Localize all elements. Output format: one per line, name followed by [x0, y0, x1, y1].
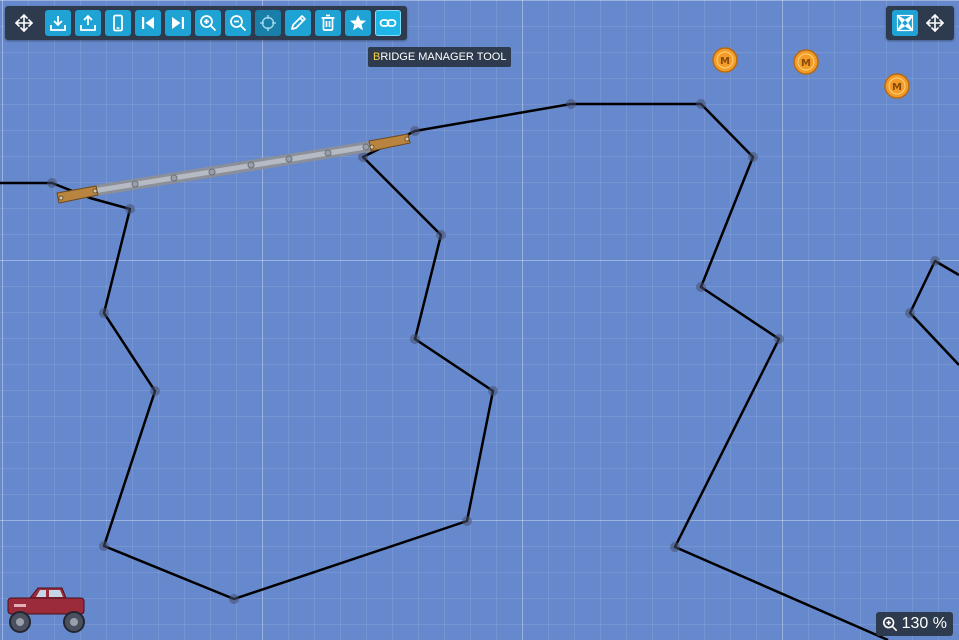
skip-to-end-button[interactable] — [165, 10, 191, 36]
svg-text:M: M — [720, 56, 730, 67]
load-level-icon — [50, 16, 66, 31]
zoom-level-label: 130 % — [901, 615, 947, 632]
svg-text:M: M — [801, 58, 811, 69]
save-level-button[interactable] — [75, 10, 101, 36]
target-button[interactable] — [255, 10, 281, 36]
zoom-out-icon — [230, 15, 247, 32]
pan-icon — [926, 14, 944, 32]
zoom-in-button[interactable] — [195, 10, 221, 36]
save-level-icon — [80, 14, 96, 31]
zoom-out-button[interactable] — [225, 10, 251, 36]
view-toolbar — [886, 6, 954, 40]
coin[interactable]: M — [884, 73, 910, 99]
bridge[interactable] — [56, 133, 411, 204]
skip-to-end-icon — [172, 17, 184, 29]
delete-button[interactable] — [315, 10, 341, 36]
move-tool-button[interactable] — [11, 10, 37, 36]
level-editor-canvas[interactable]: M M M — [0, 0, 959, 640]
zoom-in-icon — [200, 15, 217, 32]
device-preview-button[interactable] — [105, 10, 131, 36]
terrain-line[interactable] — [908, 259, 959, 366]
monster-truck[interactable] — [7, 587, 85, 633]
favorite-button[interactable] — [345, 10, 371, 36]
device-preview-icon — [113, 14, 123, 32]
bridge-manager-tooltip: BRIDGE MANAGER TOOL — [368, 47, 512, 67]
bridge-manager-button[interactable] — [375, 10, 401, 36]
crosshair-icon — [260, 15, 276, 31]
bridge-link-icon — [379, 19, 397, 27]
tooltip-text: RIDGE MANAGER TOOL — [380, 51, 507, 63]
skip-to-start-button[interactable] — [135, 10, 161, 36]
skip-to-start-icon — [142, 17, 154, 29]
draw-button[interactable] — [285, 10, 311, 36]
trash-icon — [321, 14, 335, 31]
pan-button[interactable] — [922, 10, 948, 36]
zoom-indicator[interactable]: 130 % — [875, 612, 953, 636]
star-icon — [350, 15, 366, 31]
svg-text:M: M — [892, 82, 902, 93]
fit-view-button[interactable] — [892, 10, 918, 36]
main-toolbar — [5, 6, 407, 40]
zoom-magnifier-icon — [882, 616, 897, 632]
fit-view-icon — [896, 14, 914, 32]
coin[interactable]: M — [793, 49, 819, 75]
bridge-anchor-right[interactable] — [368, 133, 411, 152]
load-level-button[interactable] — [45, 10, 71, 36]
pencil-icon — [291, 15, 306, 30]
coin[interactable]: M — [712, 47, 738, 73]
move-tool-icon — [15, 14, 33, 32]
level-drawing[interactable]: M M M — [0, 0, 959, 640]
